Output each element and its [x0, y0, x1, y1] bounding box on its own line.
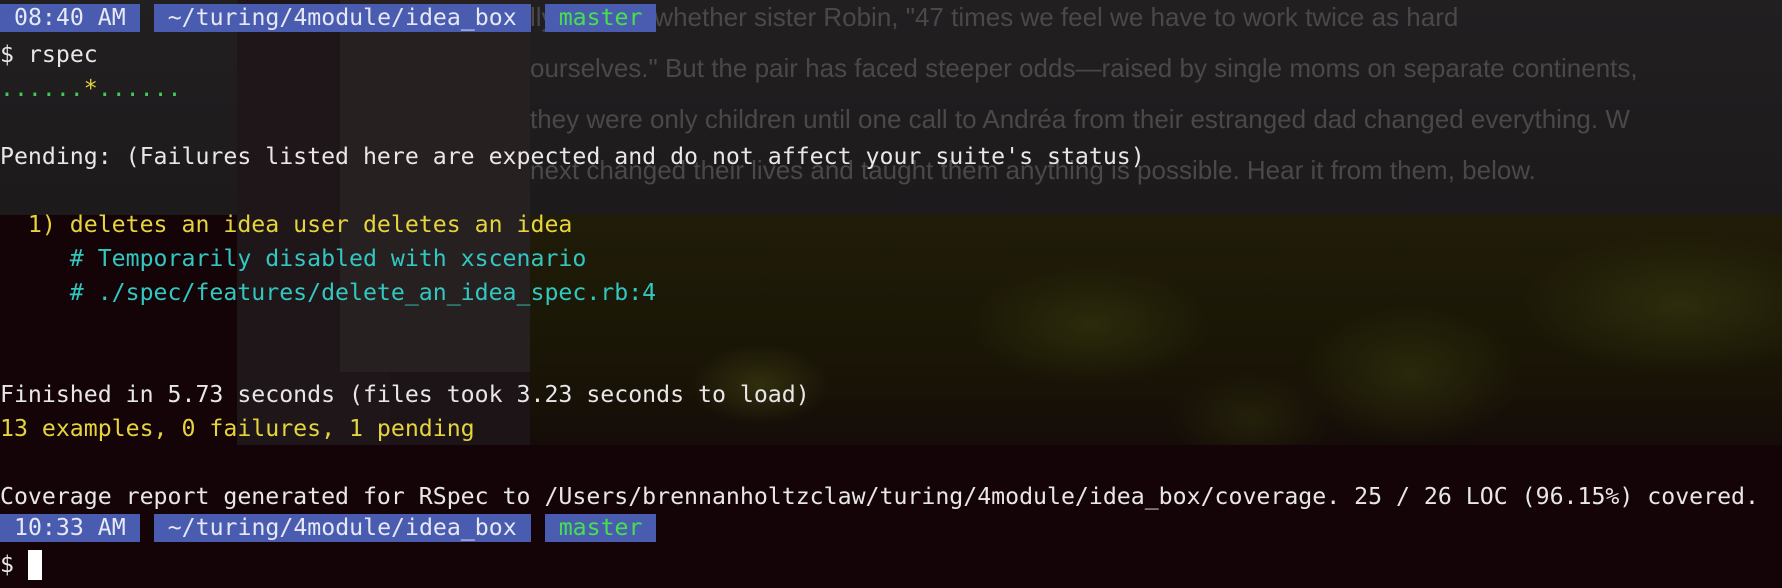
command-text: rspec — [27, 41, 98, 68]
command-line[interactable]: $ — [0, 548, 1782, 582]
finished-time: Finished in 5.73 seconds (files took 3.2… — [0, 381, 810, 408]
pending-item-location: # ./spec/features/delete_an_idea_spec.rb… — [0, 279, 657, 306]
text-cursor[interactable] — [27, 550, 42, 580]
prompt-path: ~/turing/4module/idea_box — [153, 4, 531, 32]
prompt-line: 10:33 AM ~/turing/4module/idea_box master — [0, 514, 1782, 548]
prompt-git-branch: master — [544, 4, 657, 32]
terminal-output[interactable]: 08:40 AM ~/turing/4module/idea_box master … — [0, 4, 1782, 582]
prompt-git-branch: master — [544, 514, 657, 542]
prompt-symbol: $ — [0, 551, 14, 578]
progress-pass-dots: ...... — [97, 75, 182, 102]
prompt-time: 08:40 AM — [0, 4, 140, 32]
pending-item-title: 1) deletes an idea user deletes an idea — [0, 211, 573, 238]
example-counts: 13 examples, 0 failures, 1 pending — [0, 415, 475, 442]
pending-item-reason: # Temporarily disabled with xscenario — [0, 245, 587, 272]
prompt-time: 10:33 AM — [0, 514, 140, 542]
test-progress: ......*...... — [0, 72, 1782, 106]
coverage-report: Coverage report generated for RSpec to /… — [0, 483, 1759, 510]
prompt-symbol: $ — [0, 41, 14, 68]
command-line: $ rspec — [0, 38, 1782, 72]
progress-pass-dots: ...... — [0, 75, 84, 102]
pending-header: Pending: (Failures listed here are expec… — [0, 143, 1145, 170]
progress-pending-mark: * — [83, 75, 98, 102]
prompt-line: 08:40 AM ~/turing/4module/idea_box master — [0, 4, 1782, 38]
prompt-path: ~/turing/4module/idea_box — [153, 514, 531, 542]
